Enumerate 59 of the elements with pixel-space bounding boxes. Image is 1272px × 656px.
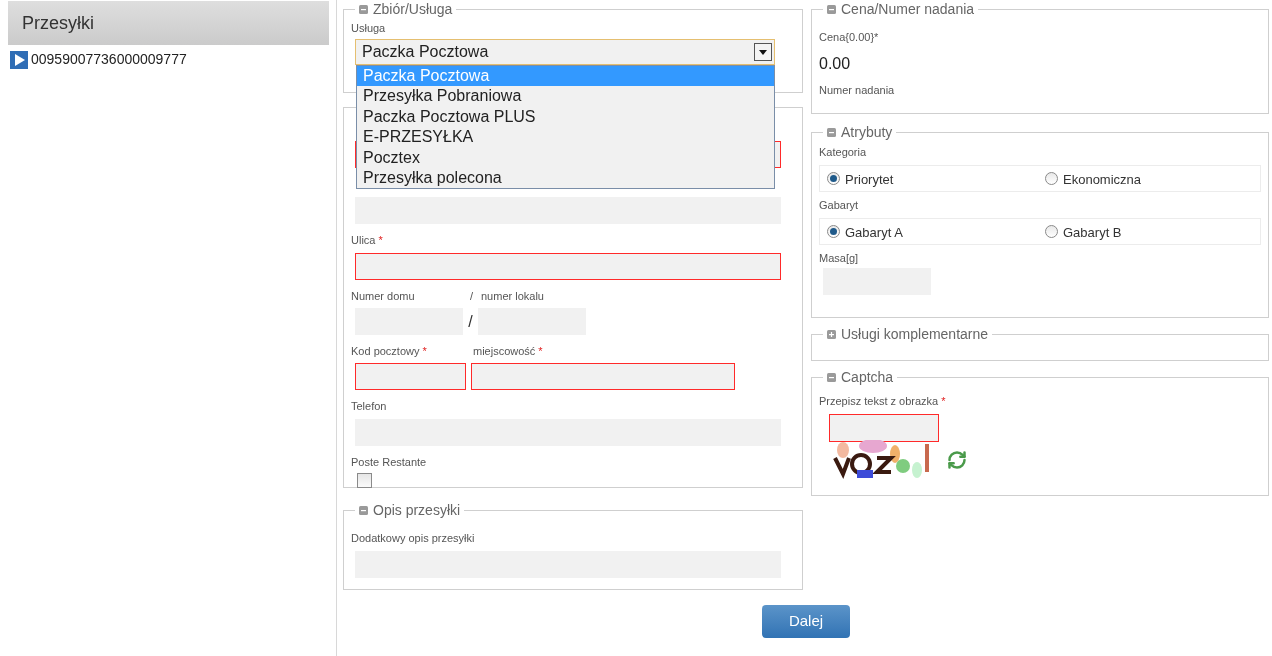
expand-icon[interactable] bbox=[827, 329, 836, 339]
dropdown-option[interactable]: Przesyłka polecona bbox=[357, 167, 774, 189]
section-title: Usługi komplementarne bbox=[841, 326, 989, 342]
field-label: Masa[g] bbox=[819, 252, 859, 265]
field-label: Usługa bbox=[351, 22, 386, 35]
radio-button[interactable] bbox=[1045, 172, 1058, 185]
section-title: Zbiór/Usługa bbox=[373, 1, 453, 17]
label-separator: / bbox=[470, 290, 475, 303]
field-label: miejscowość bbox=[473, 345, 536, 358]
sidebar-title: Przesyłki bbox=[22, 11, 94, 35]
refresh-icon[interactable] bbox=[947, 450, 967, 470]
collapse-icon[interactable] bbox=[827, 4, 836, 14]
section-title: Cena/Numer nadania bbox=[841, 1, 975, 17]
radio-button[interactable] bbox=[827, 172, 840, 185]
field-label: Gabaryt bbox=[819, 199, 859, 212]
field-label: Poste Restante bbox=[351, 456, 427, 469]
collapse-icon[interactable] bbox=[359, 4, 368, 14]
input-field[interactable] bbox=[355, 363, 466, 390]
field-separator: / bbox=[467, 311, 474, 332]
field-label: Przepisz tekst z obrazka bbox=[819, 395, 939, 408]
section-title: Captcha bbox=[841, 369, 894, 385]
play-icon[interactable] bbox=[10, 50, 28, 69]
section-title: Opis przesyłki bbox=[373, 502, 461, 518]
next-button[interactable]: Dalej bbox=[762, 605, 850, 638]
input-field[interactable] bbox=[829, 414, 939, 442]
field-label: Dodatkowy opis przesyłki bbox=[351, 532, 475, 545]
input-field[interactable] bbox=[355, 253, 781, 280]
input-field[interactable] bbox=[471, 363, 735, 390]
radio-label: Gabaryt B bbox=[1063, 223, 1122, 242]
required-asterisk: * bbox=[422, 345, 427, 358]
field-label: Kategoria bbox=[819, 146, 867, 159]
field-label: Numer domu bbox=[351, 290, 415, 303]
radio-button[interactable] bbox=[827, 225, 840, 238]
shipment-item[interactable]: 00959007736000009777 bbox=[31, 49, 187, 70]
dropdown-option[interactable]: E-PRZESYŁKA bbox=[357, 127, 774, 148]
checkbox[interactable] bbox=[357, 473, 372, 488]
radio-label: Priorytet bbox=[845, 170, 894, 189]
required-asterisk: * bbox=[538, 345, 543, 358]
dropdown-option[interactable]: Paczka Pocztowa PLUS bbox=[357, 106, 774, 128]
field-label: numer lokalu bbox=[481, 290, 544, 303]
price-label: Cena{0.00}* bbox=[819, 30, 880, 45]
required-asterisk: * bbox=[941, 395, 946, 408]
field-label: Kod pocztowy bbox=[351, 345, 420, 358]
radio-label: Gabaryt A bbox=[845, 223, 903, 242]
tracking-number-label: Numer nadania bbox=[819, 82, 896, 98]
price-value: 0.00 bbox=[819, 53, 852, 74]
radio-button[interactable] bbox=[1045, 225, 1058, 238]
collapse-icon[interactable] bbox=[359, 505, 368, 515]
section-title: Atrybuty bbox=[841, 124, 893, 140]
collapse-icon[interactable] bbox=[827, 127, 836, 137]
field-label: Telefon bbox=[351, 400, 387, 413]
required-asterisk: * bbox=[378, 234, 383, 247]
radio-label: Ekonomiczna bbox=[1063, 170, 1142, 189]
caret-icon bbox=[754, 43, 772, 61]
dropdown-option[interactable]: Pocztex bbox=[357, 147, 774, 168]
service-select[interactable]: Paczka Pocztowa bbox=[355, 39, 775, 65]
dropdown-option[interactable]: Przesyłka Pobraniowa bbox=[357, 86, 774, 107]
field-label: Ulica bbox=[351, 234, 376, 247]
collapse-icon[interactable] bbox=[827, 372, 836, 382]
